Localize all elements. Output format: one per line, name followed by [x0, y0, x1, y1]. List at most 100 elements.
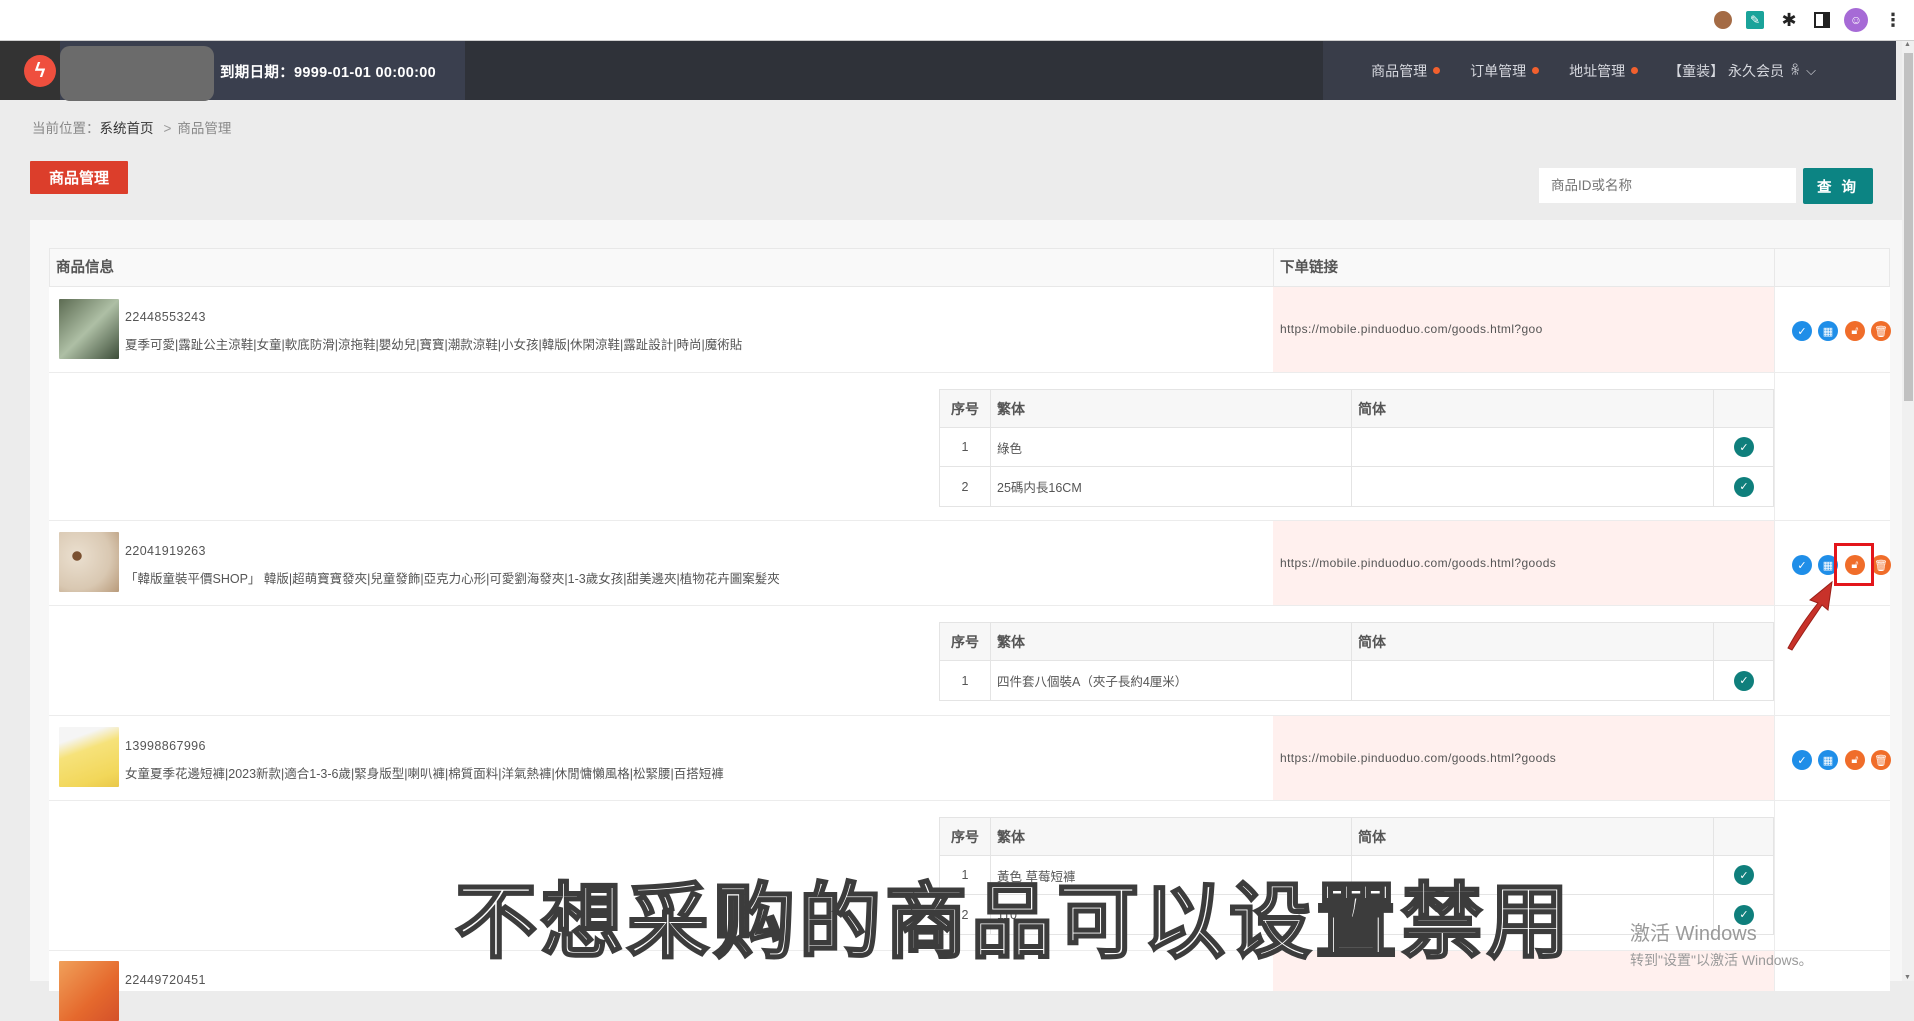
- check-icon[interactable]: ✓: [1792, 555, 1812, 575]
- product-id: 22448553243: [125, 310, 206, 324]
- profile-avatar[interactable]: ☺: [1844, 8, 1868, 32]
- product-thumbnail[interactable]: [59, 961, 119, 1021]
- header-action: [1714, 390, 1774, 427]
- scroll-down-arrow-icon[interactable]: ▼: [1904, 974, 1911, 981]
- video-subtitle: 不想采购的商品可以设置禁用: [454, 874, 1574, 972]
- variant-table-header: 序号 繁体 简体: [940, 623, 1773, 661]
- check-icon[interactable]: ✓: [1792, 750, 1812, 770]
- header-index: 序号: [940, 818, 991, 855]
- variant-row: 1 綠色 ✓: [940, 428, 1773, 467]
- product-row: 13998867996 女童夏季花邊短褲|2023新款|適合1-3-6歲|緊身版…: [49, 716, 1891, 801]
- scroll-up-arrow-icon[interactable]: ▲: [1904, 41, 1911, 48]
- search-button[interactable]: 查 询: [1803, 168, 1873, 204]
- header-action: [1714, 818, 1774, 855]
- search-input[interactable]: [1539, 168, 1796, 203]
- lightning-logo-icon[interactable]: ϟ: [24, 55, 56, 87]
- notification-dot: [1631, 67, 1639, 74]
- user-icon: ꆜ: [1789, 63, 1801, 78]
- variant-action: ✓: [1714, 856, 1774, 894]
- variant-traditional: 綠色: [991, 428, 1352, 466]
- product-name: 女童夏季花邊短褲|2023新款|適合1-3-6歲|緊身版型|喇叭褲|棉質面料|洋…: [125, 767, 724, 781]
- confirm-check-icon[interactable]: ✓: [1734, 670, 1754, 691]
- order-link[interactable]: https://mobile.pinduoduo.com/goods.html?…: [1280, 322, 1570, 336]
- unlock-icon[interactable]: 🔓︎: [1845, 321, 1865, 341]
- product-thumbnail[interactable]: [59, 532, 119, 592]
- nav-item-addresses[interactable]: 地址管理: [1569, 61, 1639, 81]
- header-index: 序号: [940, 390, 991, 427]
- product-id: 22449720451: [125, 973, 206, 987]
- puzzle-icon[interactable]: ✱: [1778, 9, 1800, 31]
- notification-dot: [1433, 67, 1441, 74]
- variant-index: 1: [940, 428, 991, 466]
- watermark-title: 激活 Windows: [1630, 923, 1757, 945]
- menu-dots-icon[interactable]: ⋮: [1882, 9, 1904, 31]
- breadcrumb-separator: >: [163, 121, 172, 136]
- confirm-check-icon[interactable]: ✓: [1734, 476, 1754, 497]
- breadcrumb-current: 商品管理: [177, 121, 232, 136]
- breadcrumb-home-link[interactable]: 系统首页: [100, 121, 154, 136]
- order-link-cell: https://mobile.pinduoduo.com/goods.html?…: [1273, 287, 1774, 372]
- action-cell: ✓ ▦ 🔓︎ 🗑︎: [1774, 287, 1891, 372]
- order-link[interactable]: https://mobile.pinduoduo.com/goods.html?…: [1280, 556, 1610, 570]
- trash-icon[interactable]: 🗑︎: [1871, 321, 1891, 341]
- confirm-check-icon[interactable]: ✓: [1734, 437, 1754, 457]
- check-icon[interactable]: ✓: [1792, 321, 1812, 341]
- side-panel-icon[interactable]: [1814, 12, 1830, 28]
- variant-action: ✓: [1714, 428, 1774, 466]
- variant-traditional: 25碼内長16CM: [991, 467, 1352, 506]
- header-simplified: 简体: [1352, 390, 1714, 427]
- extension-icons: ✎ ✱ ☺ ⋮: [1714, 8, 1904, 32]
- page-scrollbar[interactable]: ▲ ▼: [1902, 41, 1914, 981]
- variant-section: 序号 繁体 简体 1 綠色 ✓ 2 25碼内長16CM ✓: [49, 373, 1890, 521]
- notification-dot: [1532, 67, 1540, 74]
- variant-table: 序号 繁体 简体 1 綠色 ✓ 2 25碼内長16CM ✓: [939, 389, 1774, 507]
- grid-icon[interactable]: ▦: [1818, 750, 1838, 770]
- scrollbar-thumb[interactable]: [1904, 53, 1913, 401]
- column-divider: [1774, 249, 1775, 288]
- variant-simplified[interactable]: [1352, 661, 1714, 700]
- unlock-icon[interactable]: 🔓︎: [1845, 750, 1865, 770]
- table-header: 商品信息 下单链接: [49, 248, 1890, 288]
- product-name: 「韓版童裝平價SHOP」 韓版|超萌寶寶發夾|兒童發飾|亞克力心形|可愛劉海發夾…: [125, 572, 780, 586]
- header-traditional: 繁体: [991, 390, 1352, 427]
- page-title-button[interactable]: 商品管理: [30, 161, 128, 194]
- variant-simplified[interactable]: [1352, 467, 1714, 506]
- nav-label: 商品管理: [1371, 62, 1428, 79]
- variant-table: 序号 繁体 简体 1 四件套八個裝A（夾子長約4厘米） ✓: [939, 622, 1774, 701]
- nav-item-products[interactable]: 商品管理: [1371, 61, 1441, 81]
- variant-action: ✓: [1714, 467, 1774, 506]
- header-index: 序号: [940, 623, 991, 660]
- browser-toolbar: ✎ ✱ ☺ ⋮: [0, 0, 1914, 41]
- order-link[interactable]: https://mobile.pinduoduo.com/goods.html?…: [1280, 751, 1610, 765]
- nav-label: 地址管理: [1569, 62, 1626, 79]
- user-menu[interactable]: 【童装】 永久会员 ꆜ ⌵: [1668, 61, 1816, 81]
- variant-table-header: 序号 繁体 简体: [940, 818, 1773, 856]
- variant-table-header: 序号 繁体 简体: [940, 390, 1773, 428]
- header-product-info: 商品信息: [56, 260, 114, 276]
- variant-section: 序号 繁体 简体 1 四件套八個裝A（夾子長約4厘米） ✓: [49, 606, 1890, 716]
- nav-item-orders[interactable]: 订单管理: [1470, 61, 1540, 81]
- product-thumbnail[interactable]: [59, 299, 119, 359]
- product-thumbnail[interactable]: [59, 727, 119, 787]
- variant-index: 1: [940, 661, 991, 700]
- nav-menu: 商品管理 订单管理 地址管理 【童装】 永久会员 ꆜ ⌵: [1371, 41, 1816, 100]
- confirm-check-icon[interactable]: ✓: [1734, 865, 1754, 885]
- top-navbar: ϟ 到期日期：9999-01-01 00:00:00 商品管理 订单管理 地址管…: [0, 41, 1896, 101]
- product-row: 22448553243 夏季可愛|露趾公主涼鞋|女童|軟底防滑|涼拖鞋|嬰幼兒|…: [49, 287, 1891, 373]
- redacted-shop-name: [60, 46, 214, 101]
- variant-simplified[interactable]: [1352, 428, 1714, 466]
- trash-icon[interactable]: 🗑︎: [1871, 555, 1891, 575]
- chevron-down-icon: ⌵: [1806, 62, 1816, 78]
- grid-icon[interactable]: ▦: [1818, 321, 1838, 341]
- breadcrumb: 当前位置：系统首页 > 商品管理: [32, 117, 231, 137]
- pen-extension-icon[interactable]: ✎: [1746, 11, 1764, 29]
- variant-side-column: [1774, 373, 1890, 520]
- cookie-icon[interactable]: [1714, 11, 1732, 29]
- action-cell: ✓ ▦ 🔓︎ 🗑︎: [1774, 716, 1891, 800]
- header-order-link: 下单链接: [1280, 260, 1338, 276]
- variant-action: ✓: [1714, 661, 1774, 700]
- windows-activation-watermark: 激活 Windows 转到"设置"以激活 Windows。: [1630, 917, 1813, 970]
- product-name: 夏季可愛|露趾公主涼鞋|女童|軟底防滑|涼拖鞋|嬰幼兒|寶寶|潮款涼鞋|小女孩|…: [125, 338, 743, 352]
- variant-row: 2 25碼内長16CM ✓: [940, 467, 1773, 506]
- trash-icon[interactable]: 🗑︎: [1871, 750, 1891, 770]
